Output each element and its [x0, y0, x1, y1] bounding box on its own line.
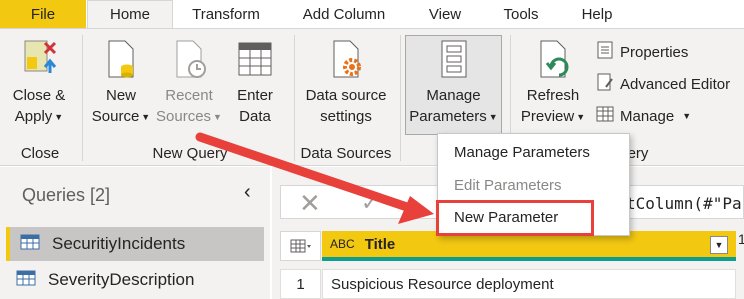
query-item-label: SeverityDescription [48, 270, 195, 289]
chevron-down-icon: ▼ [213, 111, 222, 122]
tab-tools[interactable]: Tools [488, 0, 554, 28]
refresh-preview-label-2: Preview [520, 108, 575, 125]
group-label-data-sources: Data Sources [300, 145, 392, 162]
new-parameter-highlight-box [436, 200, 594, 236]
manage-parameters-label-1: Manage [426, 87, 481, 104]
recent-sources-label-1: Recent [165, 87, 213, 104]
table-icon [235, 37, 275, 81]
properties-button[interactable]: Properties [596, 41, 688, 63]
ribbon: Close & Apply ▼ Close New Source ▼ Recent … [0, 28, 744, 166]
refresh-preview-button[interactable]: Refresh Preview ▼ [516, 37, 590, 128]
table-icon [16, 270, 36, 291]
chevron-down-icon: ▼ [488, 111, 498, 122]
advanced-editor-button[interactable]: Advanced Editor [596, 73, 730, 95]
new-source-icon [101, 37, 141, 81]
ribbon-tab-bar: File Home Transform Add Column View Tool… [0, 0, 744, 28]
filter-dropdown-icon[interactable]: ▼ [710, 236, 728, 254]
table-row: 1 Suspicious Resource deployment [280, 269, 744, 299]
next-column-header[interactable]: 1 [738, 231, 744, 261]
close-apply-label-2: Apply [14, 108, 53, 125]
close-apply-icon [19, 37, 59, 81]
enter-data-label-2: Data [239, 108, 271, 125]
recent-sources-icon [169, 37, 209, 81]
collapse-pane-icon[interactable]: ‹ [244, 181, 251, 204]
group-divider [400, 35, 401, 161]
tab-file[interactable]: File [0, 0, 86, 28]
cancel-formula-icon[interactable]: ✕ [299, 188, 321, 219]
new-source-button[interactable]: New Source ▼ [90, 37, 152, 128]
group-label-close: Close [20, 145, 60, 162]
table-icon [596, 105, 614, 127]
recent-sources-label-2: Sources [156, 108, 212, 125]
text-type-icon[interactable]: ABC [330, 237, 355, 251]
queries-pane: Queries [2] ‹ SecuritiyIncidents Severit… [0, 167, 270, 299]
tab-transform[interactable]: Transform [176, 0, 276, 28]
data-source-settings-icon [326, 37, 366, 81]
table-cell-title[interactable]: Suspicious Resource deployment [322, 269, 736, 299]
menu-item-edit-parameters[interactable]: Edit Parameters [454, 177, 562, 194]
formula-text[interactable]: tColumn(#"Pa [626, 194, 744, 213]
chevron-down-icon: ▼ [576, 111, 586, 122]
new-source-label-1: New [105, 87, 136, 104]
row-number[interactable]: 1 [280, 269, 321, 299]
queries-title: Queries [2] [22, 185, 111, 205]
new-source-label-2: Source [91, 108, 140, 125]
data-source-settings-label-1: Data source [305, 87, 387, 104]
commit-formula-icon[interactable]: ✓ [361, 190, 379, 216]
group-label-new-query: New Query [152, 145, 228, 162]
enter-data-label-1: Enter [237, 87, 273, 104]
column-header-label: Title [364, 235, 396, 253]
close-apply-label-1: Close & [12, 87, 66, 104]
advanced-editor-icon [596, 73, 614, 95]
tab-view[interactable]: View [414, 0, 476, 28]
refresh-preview-label-1: Refresh [526, 87, 580, 104]
refresh-icon [533, 37, 573, 81]
manage-parameters-label-2: Parameters [409, 108, 487, 125]
table-icon [290, 239, 311, 253]
parameters-icon [434, 37, 474, 81]
group-divider [294, 35, 295, 161]
recent-sources-button[interactable]: Recent Sources ▼ [156, 37, 222, 128]
query-item-securitiyincidents[interactable]: SecuritiyIncidents [6, 227, 264, 261]
menu-item-manage-parameters[interactable]: Manage Parameters [454, 144, 590, 161]
group-divider [82, 35, 83, 161]
chevron-down-icon: ▼ [54, 111, 64, 122]
data-source-settings-label-2: settings [320, 108, 372, 125]
query-item-severitydescription[interactable]: SeverityDescription [6, 263, 264, 297]
chevron-down-icon: ▼ [682, 111, 692, 121]
properties-icon [596, 41, 614, 63]
data-source-settings-button[interactable]: Data source settings [300, 37, 392, 127]
tab-help[interactable]: Help [566, 0, 628, 28]
tab-home[interactable]: Home [87, 0, 173, 28]
properties-label: Properties [620, 43, 689, 61]
advanced-editor-label: Advanced Editor [620, 75, 731, 93]
enter-data-button[interactable]: Enter Data [226, 37, 284, 127]
chevron-down-icon: ▼ [141, 111, 151, 122]
manage-label: Manage [620, 107, 675, 125]
close-apply-button[interactable]: Close & Apply ▼ [6, 37, 72, 128]
table-icon [20, 234, 40, 255]
manage-button[interactable]: Manage ▼ [596, 105, 691, 127]
manage-parameters-button[interactable]: Manage Parameters ▼ [405, 37, 502, 128]
table-menu-button[interactable] [280, 231, 321, 261]
tab-add-column[interactable]: Add Column [288, 0, 400, 28]
query-item-label: SecuritiyIncidents [52, 234, 186, 253]
